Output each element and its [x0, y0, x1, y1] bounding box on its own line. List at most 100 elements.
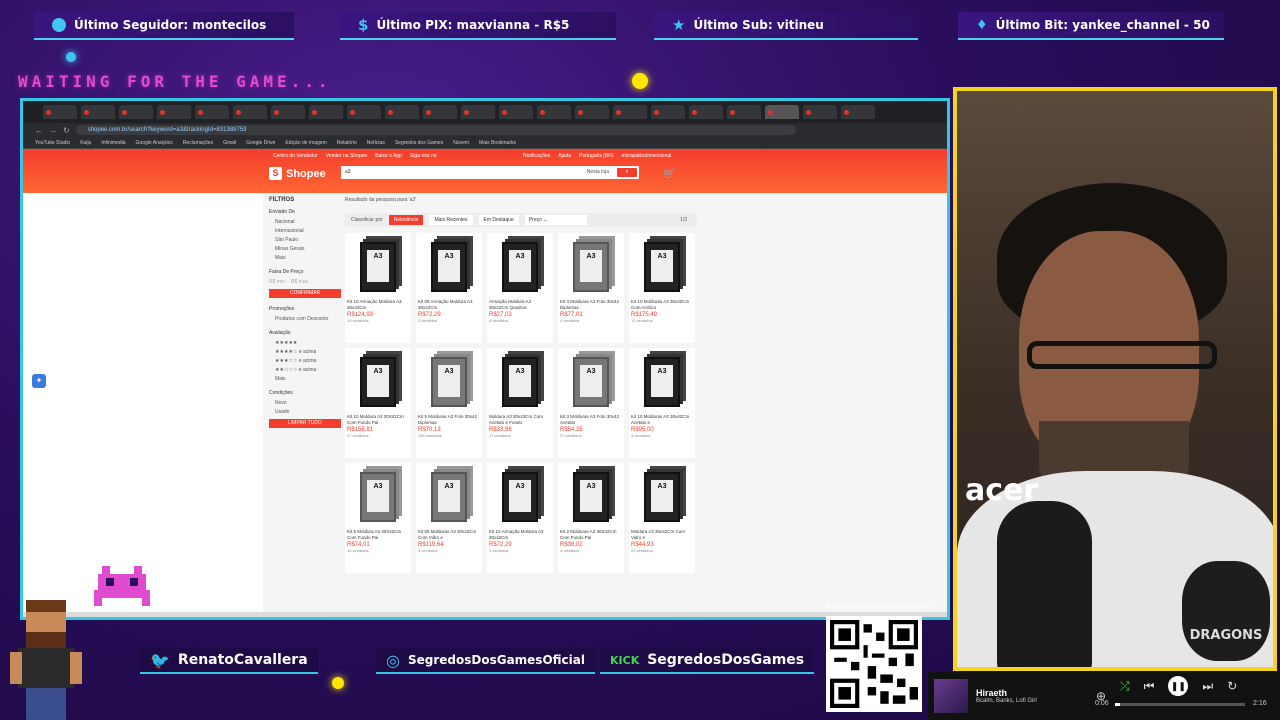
product-card[interactable]: A3 Armação Moldura A3 30x42Cm Quadros R$27…	[487, 233, 553, 343]
browser-tab[interactable]	[841, 105, 875, 119]
pause-button[interactable]: ❚❚	[1168, 676, 1189, 696]
bookmark-item[interactable]: Segredos dos Games	[395, 140, 443, 146]
bookmark-item[interactable]: Edição de imagem	[285, 140, 326, 146]
product-card[interactable]: A3 Kit 10 Molduras A3 30x42Cm Acetato e R$…	[629, 348, 695, 458]
browser-tab[interactable]	[803, 105, 837, 119]
filter-option[interactable]: Novo	[269, 400, 341, 406]
back-icon[interactable]: ←	[35, 126, 43, 135]
product-card[interactable]: A3 Kit 10 Moldura A3 30X42Cm Com Fundo Pa…	[345, 348, 411, 458]
browser-tab[interactable]	[43, 105, 77, 119]
browser-tab[interactable]	[461, 105, 495, 119]
search-button[interactable]: ⌕	[617, 168, 637, 177]
filter-option[interactable]: Nacional	[269, 219, 341, 225]
account-link[interactable]: mirrapiaksdimensional	[622, 153, 672, 159]
shopee-logo[interactable]: S Shopee	[269, 167, 326, 180]
bookmark-item[interactable]: Relatório	[337, 140, 357, 146]
sort-featured[interactable]: Em Destaque	[478, 215, 519, 225]
bookmark-item[interactable]: Mais Bookmarks	[479, 140, 516, 146]
browser-tab[interactable]	[651, 105, 685, 119]
rating-option[interactable]: ★★★☆☆ e acima	[269, 358, 341, 364]
search-input[interactable]: a3 Nesta loja ⌕	[341, 166, 639, 179]
browser-tab[interactable]	[499, 105, 533, 119]
browser-tab[interactable]	[347, 105, 381, 119]
product-card[interactable]: A3 Moldura A3 30x42Cm Com Vidro e R$44,93 2…	[629, 463, 695, 573]
browser-tab[interactable]	[195, 105, 229, 119]
alert-follower-text: Último Seguidor: montecilos	[74, 18, 267, 32]
filter-option[interactable]: São Paulo	[269, 237, 341, 243]
sort-relevance[interactable]: Relevância	[388, 215, 424, 225]
follow-us-link[interactable]: Siga-nos no	[410, 153, 437, 159]
bookmark-item[interactable]: Infinimedia	[101, 140, 125, 146]
browser-tab[interactable]	[537, 105, 571, 119]
product-card[interactable]: A3 Moldura A3 30x42Cm Com Acetato e Fundo…	[487, 348, 553, 458]
rating-option[interactable]: ★★★★☆ e acima	[269, 349, 341, 355]
browser-status-bar	[23, 612, 947, 617]
frame-label: A3	[367, 480, 389, 512]
browser-tab[interactable]	[309, 105, 343, 119]
filter-more[interactable]: Mais	[269, 255, 341, 261]
alert-bits: ♦ Último Bit: yankee_channel - 50	[958, 12, 1224, 40]
bookmark-item[interactable]: Google Drive	[246, 140, 275, 146]
repeat-icon[interactable]: ↻	[1227, 679, 1237, 693]
next-icon[interactable]: ⏭	[1202, 679, 1213, 694]
product-card[interactable]: A3 Kit 3 Molduras A3 Foto 30x42 Diplomas R…	[558, 233, 624, 343]
apply-price-button[interactable]: CONFIRMAR	[269, 289, 341, 298]
product-card[interactable]: A3 Kit 05 Armação Moldura A3 30x42Cm R$72,…	[416, 233, 482, 343]
browser-tab-active[interactable]	[765, 105, 799, 119]
bookmark-item[interactable]: Reclamações	[183, 140, 213, 146]
browser-tab[interactable]	[81, 105, 115, 119]
browser-tab[interactable]	[233, 105, 267, 119]
frame-label: A3	[580, 250, 602, 282]
bookmark-item[interactable]: Nuvem	[453, 140, 469, 146]
product-card[interactable]: A3 Kit 10 Molduras A3 30x42Cm Com Acrílic…	[629, 233, 695, 343]
browser-tab[interactable]	[119, 105, 153, 119]
browser-tab[interactable]	[689, 105, 723, 119]
browser-tab[interactable]	[385, 105, 419, 119]
price-min-input[interactable]: R$ min	[269, 279, 285, 285]
bookmark-item[interactable]: YouTube Studio	[35, 140, 70, 146]
filter-option[interactable]: Internacional	[269, 228, 341, 234]
sort-price-select[interactable]: Preço ⌄	[524, 215, 587, 225]
seller-center-link[interactable]: Centro do Vendedor	[273, 153, 318, 159]
browser-tab[interactable]	[271, 105, 305, 119]
product-card[interactable]: A3 Kit 3 Molduras A3 Foto 30x42 Acetato R$…	[558, 348, 624, 458]
product-card[interactable]: A3 Kit 10 Armação Moldura A3 30x42Cm R$72,…	[487, 463, 553, 573]
product-image: A3	[631, 465, 693, 529]
rating-option[interactable]: ★★★★★	[269, 340, 341, 346]
bookmark-item[interactable]: Gmail	[223, 140, 236, 146]
rating-option[interactable]: ★★☆☆☆ e acima	[269, 367, 341, 373]
shuffle-icon[interactable]: ⤮	[1120, 679, 1130, 694]
filter-option[interactable]: Produtos com Desconto	[269, 316, 341, 322]
bookmark-item[interactable]: Google Analytics	[136, 140, 173, 146]
browser-tab[interactable]	[157, 105, 191, 119]
browser-tab[interactable]	[423, 105, 457, 119]
bookmark-item[interactable]: Notícias	[367, 140, 385, 146]
product-card[interactable]: A3 Kit 5 Moldura A3 30X42Cm Com Fundo Pai…	[345, 463, 411, 573]
forward-icon[interactable]: →	[49, 126, 57, 135]
search-scope[interactable]: Nesta loja	[587, 166, 609, 179]
sort-recent[interactable]: Mais Recentes	[429, 215, 473, 225]
cart-icon[interactable]: 🛒	[663, 169, 675, 180]
product-card[interactable]: A3 Kit 10 Armação Moldura A3 30x42Cm R$124…	[345, 233, 411, 343]
price-max-input[interactable]: R$ máx	[291, 279, 308, 285]
browser-tab[interactable]	[727, 105, 761, 119]
filter-more[interactable]: Mais	[269, 376, 341, 382]
browser-tab[interactable]	[575, 105, 609, 119]
reload-icon[interactable]: ↻	[63, 126, 70, 135]
help-link[interactable]: Ajuda	[558, 153, 571, 159]
product-card[interactable]: A3 Kit 2 Molduras A3 30X42Cm Com Fundo Pa…	[558, 463, 624, 573]
browser-tab[interactable]	[613, 105, 647, 119]
bookmark-item[interactable]: Kaiju	[80, 140, 91, 146]
filter-option[interactable]: Minas Gerais	[269, 246, 341, 252]
clear-filters-button[interactable]: LIMPAR TUDO	[269, 419, 341, 428]
previous-icon[interactable]: ⏮	[1144, 679, 1155, 694]
product-card[interactable]: A3 Kit 5 Molduras A3 Foto 30x42 Diplomas R…	[416, 348, 482, 458]
download-app-link[interactable]: Baixe o App	[375, 153, 402, 159]
product-card[interactable]: A3 Kit 05 Molduras A3 30x42Cm Com Vidro e…	[416, 463, 482, 573]
track-progress-bar[interactable]	[1115, 703, 1245, 706]
filter-option[interactable]: Usado	[269, 409, 341, 415]
notifications-link[interactable]: Notificações	[523, 153, 550, 159]
sell-link[interactable]: Vender na Shopee	[326, 153, 367, 159]
language-link[interactable]: Português (BR)	[579, 153, 613, 159]
url-input[interactable]: shopee.com.br/search?keyword=a3&tracking…	[75, 125, 796, 135]
